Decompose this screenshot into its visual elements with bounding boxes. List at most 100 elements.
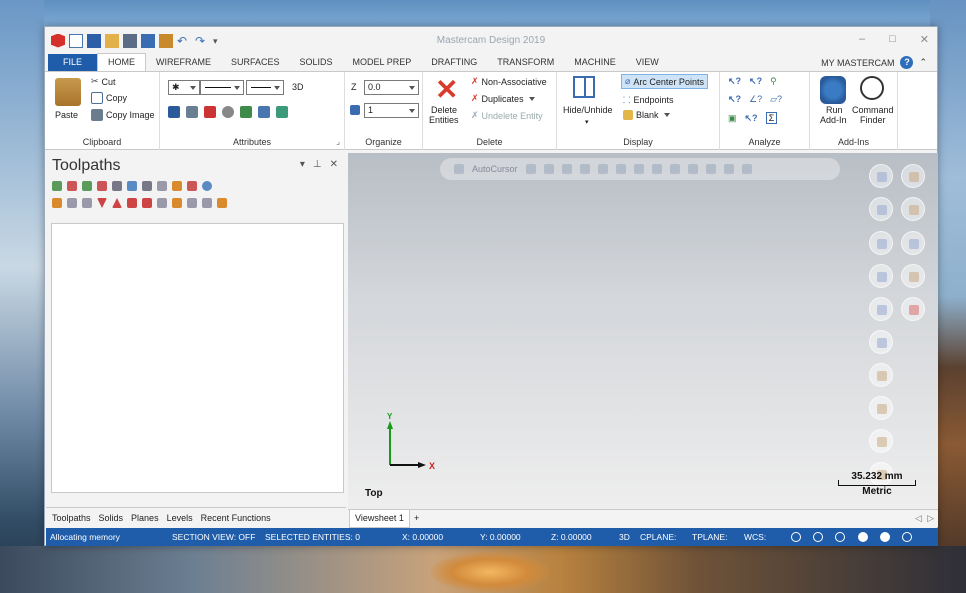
snap-endpoint-icon[interactable]	[561, 164, 572, 174]
regenerate-all-icon[interactable]	[97, 181, 107, 191]
copy-button[interactable]: Copy	[91, 92, 127, 104]
panel-pin-icon[interactable]: ⊥	[313, 159, 322, 170]
add-viewsheet-button[interactable]: +	[414, 513, 419, 523]
hide-unhide-icon[interactable]	[573, 76, 595, 98]
cplane-selector[interactable]: CPLANE:	[640, 528, 676, 546]
analyze-chain-icon[interactable]: ↖?	[728, 94, 741, 105]
paste-button[interactable]: Paste	[55, 110, 78, 120]
run-addin-button-line2[interactable]: Add-In	[820, 115, 847, 125]
panel-tab-toolpaths[interactable]: Toolpaths	[52, 513, 91, 523]
show-geometry-icon[interactable]	[172, 198, 182, 208]
view-gnomon-icon[interactable]	[901, 164, 925, 188]
clear-colors-icon[interactable]	[258, 106, 270, 118]
level-select[interactable]: 1	[364, 103, 419, 118]
viewsheet-scroll-right-icon[interactable]: ▷	[927, 513, 934, 524]
material-icon[interactable]	[222, 106, 234, 118]
select-polygon-icon[interactable]	[741, 164, 752, 174]
run-addin-button-line1[interactable]: Run	[826, 105, 843, 115]
operation-options-icon[interactable]	[187, 198, 197, 208]
panel-menu-icon[interactable]: ▾	[300, 159, 305, 170]
surface-color-icon[interactable]	[204, 106, 216, 118]
endpoints-button[interactable]: ⸬ Endpoints	[623, 93, 674, 106]
tab-view[interactable]: VIEW	[626, 54, 669, 71]
view-unzoom-icon[interactable]	[869, 197, 893, 221]
viewsheet-tab-1[interactable]: Viewsheet 1	[349, 510, 410, 528]
snap-origin-icon[interactable]	[525, 164, 536, 174]
toolpaths-tree[interactable]	[51, 223, 344, 493]
move-up-icon[interactable]	[112, 198, 122, 208]
select-entity-icon[interactable]	[687, 164, 698, 174]
analyze-sum-icon[interactable]: Σ	[765, 112, 778, 124]
analyze-position-icon[interactable]: ↖?	[749, 76, 762, 87]
lock-icon[interactable]	[52, 198, 62, 208]
view-shaded-icon[interactable]	[901, 231, 925, 255]
simulate-icon[interactable]	[157, 181, 167, 191]
view-transform-icon[interactable]	[869, 429, 893, 453]
run-addin-icon[interactable]	[820, 76, 846, 104]
autocursor-label[interactable]: AutoCursor	[472, 164, 518, 174]
tab-surfaces[interactable]: SURFACES	[221, 54, 290, 71]
backplot-icon[interactable]	[127, 181, 137, 191]
delete-entities-button-line2[interactable]: Entities	[429, 115, 459, 125]
maximize-button[interactable]: □	[889, 33, 896, 46]
paste-icon[interactable]	[55, 78, 81, 106]
scroll-to-insert-icon[interactable]	[142, 198, 152, 208]
undelete-entity-button[interactable]: ✗ Undelete Entity	[471, 110, 543, 121]
collapse-ribbon-icon[interactable]: ⌃	[919, 57, 927, 68]
panel-close-icon[interactable]: ✕	[330, 159, 338, 170]
z-coordinate-readout[interactable]: Z: 0.00000	[551, 528, 592, 546]
hide-unhide-button[interactable]: Hide/Unhide	[563, 105, 613, 115]
delete-entities-icon[interactable]: ✕	[435, 76, 461, 104]
deselect-operations-icon[interactable]	[67, 181, 77, 191]
panel-tab-levels[interactable]: Levels	[167, 513, 193, 523]
solid-color-icon[interactable]	[186, 106, 198, 118]
y-coordinate-readout[interactable]: Y: 0.00000	[480, 528, 521, 546]
panel-tab-recent-functions[interactable]: Recent Functions	[201, 513, 271, 523]
select-all-operations-icon[interactable]	[52, 181, 62, 191]
view-orientation-icon[interactable]	[791, 532, 801, 542]
panel-tab-solids[interactable]: Solids	[99, 513, 124, 523]
analyze-area-icon[interactable]: ▱?	[770, 94, 782, 105]
view-dimension-icon[interactable]	[869, 330, 893, 354]
tab-machine[interactable]: MACHINE	[564, 54, 626, 71]
toolpath-config-icon[interactable]	[217, 198, 227, 208]
z-depth-select[interactable]: 0.0	[364, 80, 419, 95]
move-down-icon[interactable]	[97, 198, 107, 208]
view-section-icon[interactable]	[869, 297, 893, 321]
arc-center-points-button[interactable]: ⌀ Arc Center Points	[621, 74, 708, 89]
command-finder-button-line1[interactable]: Command	[852, 105, 894, 115]
view-settings-icon[interactable]	[901, 264, 925, 288]
autocursor-lock-icon[interactable]	[454, 164, 464, 174]
smart-attributes-icon[interactable]	[276, 106, 288, 118]
view-solid-icon[interactable]	[869, 396, 893, 420]
snap-midpoint-icon[interactable]	[597, 164, 608, 174]
point-style-select[interactable]: ✱	[168, 80, 200, 95]
select-dirty-operations-icon[interactable]	[82, 181, 92, 191]
panel-tab-planes[interactable]: Planes	[131, 513, 159, 523]
toolpath-filter-icon[interactable]	[202, 198, 212, 208]
snap-quadrant-icon[interactable]	[633, 164, 644, 174]
view-zoom-window-icon[interactable]	[901, 197, 925, 221]
tab-wireframe[interactable]: WIREFRAME	[146, 54, 221, 71]
tab-model-prep[interactable]: MODEL PREP	[343, 54, 422, 71]
tplane-selector[interactable]: TPLANE:	[692, 528, 727, 546]
view-wireframe-icon[interactable]	[869, 264, 893, 288]
non-associative-button[interactable]: ✗ Non-Associative	[471, 76, 547, 87]
wcs-selector[interactable]: WCS:	[744, 528, 766, 546]
command-finder-icon[interactable]	[860, 76, 884, 100]
help-icon[interactable]: ?	[900, 56, 914, 69]
view-tplane-icon[interactable]	[835, 532, 845, 542]
copy-image-button[interactable]: Copy Image	[91, 109, 155, 121]
cut-button[interactable]: ✂ Cut	[91, 76, 116, 87]
help-toolpaths-icon[interactable]	[202, 181, 212, 191]
grid-icon[interactable]	[669, 164, 680, 174]
tab-file[interactable]: FILE	[48, 54, 97, 71]
delete-entities-button-line1[interactable]: Delete	[431, 105, 457, 115]
viewsheet-scroll-left-icon[interactable]: ◁	[915, 513, 922, 524]
highfeed-icon[interactable]	[187, 181, 197, 191]
graphics-viewport[interactable]: AutoCursor Y X Top 35.232 mm Metric	[348, 153, 938, 509]
analyze-angle-icon[interactable]: ∠?	[749, 94, 762, 105]
analyze-dynamic-icon[interactable]: ↖?	[745, 113, 758, 124]
view-rotate-icon[interactable]	[869, 231, 893, 255]
translucency-icon[interactable]	[902, 532, 912, 542]
